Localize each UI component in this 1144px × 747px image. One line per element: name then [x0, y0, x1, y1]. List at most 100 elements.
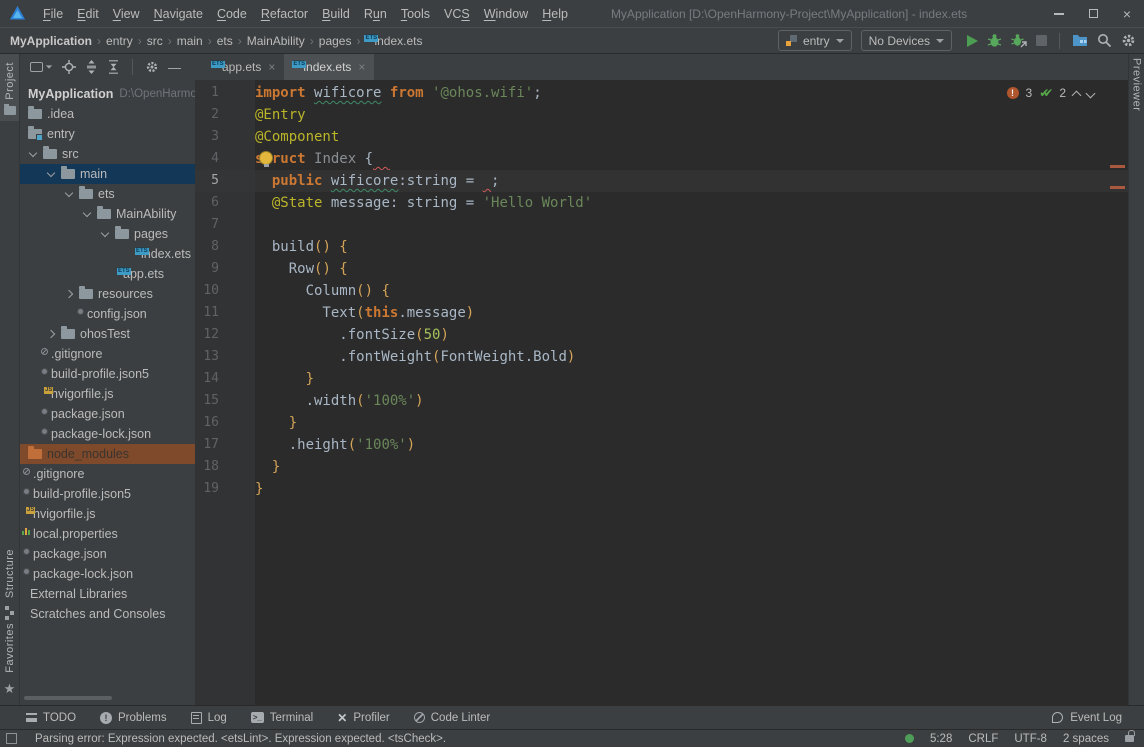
code-line-1[interactable]: 1import wificore from '@ohos.wifi';: [195, 82, 1128, 104]
breadcrumb-pages[interactable]: pages: [319, 34, 352, 48]
toolwindow-profiler[interactable]: ✕Profiler: [337, 711, 390, 725]
code-line-8[interactable]: 8 build() {: [195, 236, 1128, 258]
unlock-icon[interactable]: [1125, 735, 1134, 742]
toolwindow-log[interactable]: Log: [191, 711, 227, 725]
tree-item-src[interactable]: src: [20, 144, 195, 164]
next-error-button[interactable]: [1086, 88, 1096, 98]
locate-file-icon[interactable]: [62, 60, 76, 74]
tree-item-resources[interactable]: resources: [20, 284, 195, 304]
breadcrumb-src[interactable]: src: [147, 34, 163, 48]
device-selector[interactable]: No Devices: [861, 30, 952, 51]
menu-run[interactable]: Run: [357, 7, 394, 21]
tree-item-ets[interactable]: ets: [20, 184, 195, 204]
project-stripe-button[interactable]: Project: [0, 54, 19, 121]
tree-item-scratches-and-consoles[interactable]: Scratches and Consoles: [20, 604, 195, 624]
favorites-stripe-button[interactable]: Favorites: [4, 623, 16, 673]
settings-gear-icon[interactable]: [1121, 33, 1136, 48]
menu-view[interactable]: View: [106, 7, 147, 21]
tree-item-hvigorfile.js[interactable]: JShvigorfile.js: [20, 504, 195, 524]
panel-settings-gear-icon[interactable]: [145, 60, 159, 74]
chevron-down-icon[interactable]: [47, 168, 55, 176]
tree-item-entry[interactable]: entry: [20, 124, 195, 144]
tree-item-index.ets[interactable]: ETSindex.ets: [20, 244, 195, 264]
breadcrumb-MainAbility[interactable]: MainAbility: [247, 34, 305, 48]
code-line-12[interactable]: 12 .fontSize(50): [195, 324, 1128, 346]
error-stripe-mark[interactable]: [1110, 165, 1125, 168]
menu-file[interactable]: File: [36, 7, 70, 21]
intention-bulb-icon[interactable]: [260, 152, 272, 164]
collapse-all-icon[interactable]: [107, 60, 120, 74]
menu-tools[interactable]: Tools: [394, 7, 437, 21]
attach-debugger-button[interactable]: [1011, 33, 1027, 48]
maximize-button[interactable]: [1076, 0, 1110, 27]
encoding[interactable]: UTF-8: [1014, 733, 1047, 745]
tree-item-myapplication[interactable]: MyApplicationD:\OpenHarmon: [20, 84, 195, 104]
toolwindow-code-linter[interactable]: Code Linter: [414, 711, 490, 725]
toolwindow-terminal[interactable]: >_Terminal: [251, 711, 313, 725]
menu-window[interactable]: Window: [477, 7, 535, 21]
stop-button[interactable]: [1036, 35, 1047, 46]
event-log-button[interactable]: Event Log: [1052, 712, 1122, 724]
code-line-7[interactable]: 7: [195, 214, 1128, 236]
chevron-down-icon[interactable]: [29, 148, 37, 156]
tree-item-package.json[interactable]: package.json: [20, 404, 195, 424]
debug-button[interactable]: [987, 33, 1002, 48]
minimize-button[interactable]: [1042, 0, 1076, 27]
tree-item-.idea[interactable]: .idea: [20, 104, 195, 124]
error-stripe-mark[interactable]: [1110, 186, 1125, 189]
run-config-selector[interactable]: entry: [778, 30, 852, 51]
code-line-6[interactable]: 6 @State message: string = 'Hello World': [195, 192, 1128, 214]
tree-item-build-profile.json5[interactable]: build-profile.json5: [20, 364, 195, 384]
toolwindow-problems[interactable]: !Problems: [100, 711, 167, 725]
chevron-right-icon[interactable]: [47, 330, 55, 338]
view-as-selector[interactable]: [30, 62, 53, 72]
code-line-16[interactable]: 16 }: [195, 412, 1128, 434]
code-line-14[interactable]: 14 }: [195, 368, 1128, 390]
tree-item-ohostest[interactable]: ohosTest: [20, 324, 195, 344]
code-line-17[interactable]: 17 .height('100%'): [195, 434, 1128, 456]
tree-item-config.json[interactable]: config.json: [20, 304, 195, 324]
close-tab-icon[interactable]: ×: [358, 60, 365, 74]
code-line-9[interactable]: 9 Row() {: [195, 258, 1128, 280]
tree-item-pages[interactable]: pages: [20, 224, 195, 244]
toolwindow-toggle-icon[interactable]: [6, 733, 17, 744]
horizontal-scrollbar[interactable]: [24, 696, 112, 700]
menu-vcs[interactable]: VCS: [437, 7, 477, 21]
code-line-5[interactable]: 5 public wificore:string = ;: [195, 170, 1128, 192]
search-icon[interactable]: [1097, 33, 1112, 48]
run-button[interactable]: [967, 35, 978, 47]
breadcrumb-ets[interactable]: ets: [217, 34, 233, 48]
code-line-11[interactable]: 11 Text(this.message): [195, 302, 1128, 324]
tree-item-package.json[interactable]: package.json: [20, 544, 195, 564]
menu-edit[interactable]: Edit: [70, 7, 106, 21]
code-editor[interactable]: 1import wificore from '@ohos.wifi';2@Ent…: [195, 80, 1128, 705]
indent-setting[interactable]: 2 spaces: [1063, 733, 1109, 745]
chevron-right-icon[interactable]: [65, 290, 73, 298]
tree-item-.gitignore[interactable]: .gitignore: [20, 464, 195, 484]
code-line-2[interactable]: 2@Entry: [195, 104, 1128, 126]
tree-item-hvigorfile.js[interactable]: JShvigorfile.js: [20, 384, 195, 404]
tree-item-package-lock.json[interactable]: package-lock.json: [20, 564, 195, 584]
code-line-3[interactable]: 3@Component: [195, 126, 1128, 148]
menu-help[interactable]: Help: [535, 7, 575, 21]
close-button[interactable]: ×: [1110, 0, 1144, 27]
expand-all-icon[interactable]: [85, 60, 98, 74]
code-line-18[interactable]: 18 }: [195, 456, 1128, 478]
previous-error-button[interactable]: [1072, 90, 1082, 100]
code-line-4[interactable]: 4struct Index {: [195, 148, 1128, 170]
close-tab-icon[interactable]: ×: [268, 60, 275, 74]
code-line-13[interactable]: 13 .fontWeight(FontWeight.Bold): [195, 346, 1128, 368]
hide-panel-icon[interactable]: —: [168, 60, 181, 75]
tab-index.ets[interactable]: ETSindex.ets×: [284, 54, 374, 80]
tree-item-mainability[interactable]: MainAbility: [20, 204, 195, 224]
previewer-stripe-button[interactable]: Previewer: [1131, 58, 1143, 111]
breadcrumb-entry[interactable]: entry: [106, 34, 133, 48]
chevron-down-icon[interactable]: [101, 228, 109, 236]
breadcrumb-MyApplication[interactable]: MyApplication: [10, 34, 92, 48]
menu-build[interactable]: Build: [315, 7, 357, 21]
project-structure-icon[interactable]: [1072, 34, 1088, 47]
tree-item-build-profile.json5[interactable]: build-profile.json5: [20, 484, 195, 504]
menu-refactor[interactable]: Refactor: [254, 7, 315, 21]
menu-code[interactable]: Code: [210, 7, 254, 21]
tree-item-.gitignore[interactable]: .gitignore: [20, 344, 195, 364]
